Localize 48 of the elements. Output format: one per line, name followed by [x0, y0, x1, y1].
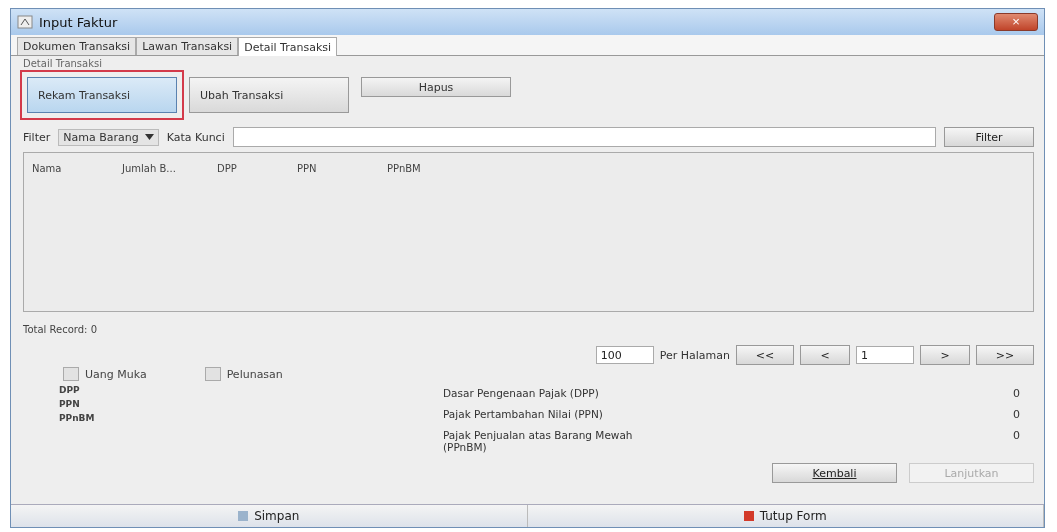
amount-label: PPN: [59, 399, 81, 409]
keyword-label: Kata Kunci: [166, 130, 225, 144]
nav-button[interactable]: Kembali: [772, 463, 897, 483]
next-page-button[interactable]: >: [920, 345, 970, 365]
column-header[interactable]: PPN: [297, 163, 387, 174]
tab[interactable]: Detail Transaksi: [238, 37, 338, 56]
checkbox-label: Pelunasan: [226, 367, 283, 381]
page-field[interactable]: 1: [856, 346, 914, 364]
action-button[interactable]: Ubah Transaksi: [189, 77, 349, 113]
summary-label: Pajak Pertambahan Nilai (PPN): [443, 408, 603, 420]
close-button[interactable]: ×: [994, 13, 1038, 31]
footer-button[interactable]: Tutup Form: [527, 505, 1044, 527]
filter-button[interactable]: Filter: [944, 127, 1034, 147]
summary-value: 0: [1013, 387, 1020, 400]
column-header[interactable]: Jumlah B...: [122, 163, 217, 174]
checkbox-box[interactable]: [204, 367, 221, 381]
app-icon: [17, 15, 33, 29]
section-title: Detail Transaksi: [23, 58, 103, 69]
close-icon: [743, 511, 754, 521]
checkbox[interactable]: Uang Muka: [63, 367, 147, 381]
per-page-label: Per Halaman: [659, 348, 730, 362]
summary-label: Pajak Penjualan atas Barang Mewah (PPnBM): [443, 429, 634, 453]
amount-label: PPnBM: [59, 413, 96, 423]
checkbox-box[interactable]: [63, 367, 79, 381]
column-header[interactable]: Nama: [32, 163, 122, 174]
last-page-button[interactable]: >>: [976, 345, 1034, 365]
filter-label: Filter: [23, 130, 51, 144]
checkbox-label: Uang Muka: [85, 367, 147, 381]
tab[interactable]: Dokumen Transaksi: [17, 37, 137, 55]
column-header[interactable]: PPnBM: [387, 163, 467, 174]
per-page-field[interactable]: 100: [595, 346, 654, 364]
prev-page-button[interactable]: <: [800, 345, 850, 365]
action-button[interactable]: Hapus: [361, 77, 511, 97]
window-title: Input Faktur: [39, 14, 118, 30]
column-header[interactable]: DPP: [217, 163, 297, 174]
first-page-button[interactable]: <<: [736, 345, 794, 365]
checkbox[interactable]: Pelunasan: [204, 367, 283, 381]
save-icon: [238, 511, 249, 521]
keyword-field[interactable]: [232, 127, 936, 147]
summary-value: 0: [1013, 408, 1020, 421]
tab[interactable]: Lawan Transaksi: [136, 37, 239, 55]
total-record: Total Record: 0: [23, 324, 98, 335]
caret-icon: [144, 134, 154, 140]
amount-label: DPP: [59, 385, 81, 395]
summary-label: Dasar Pengenaan Pajak (DPP): [443, 387, 599, 399]
field-dropdown[interactable]: Nama Barang: [58, 128, 159, 146]
summary-value: 0: [1013, 429, 1020, 442]
footer-button[interactable]: Simpan: [11, 505, 528, 527]
